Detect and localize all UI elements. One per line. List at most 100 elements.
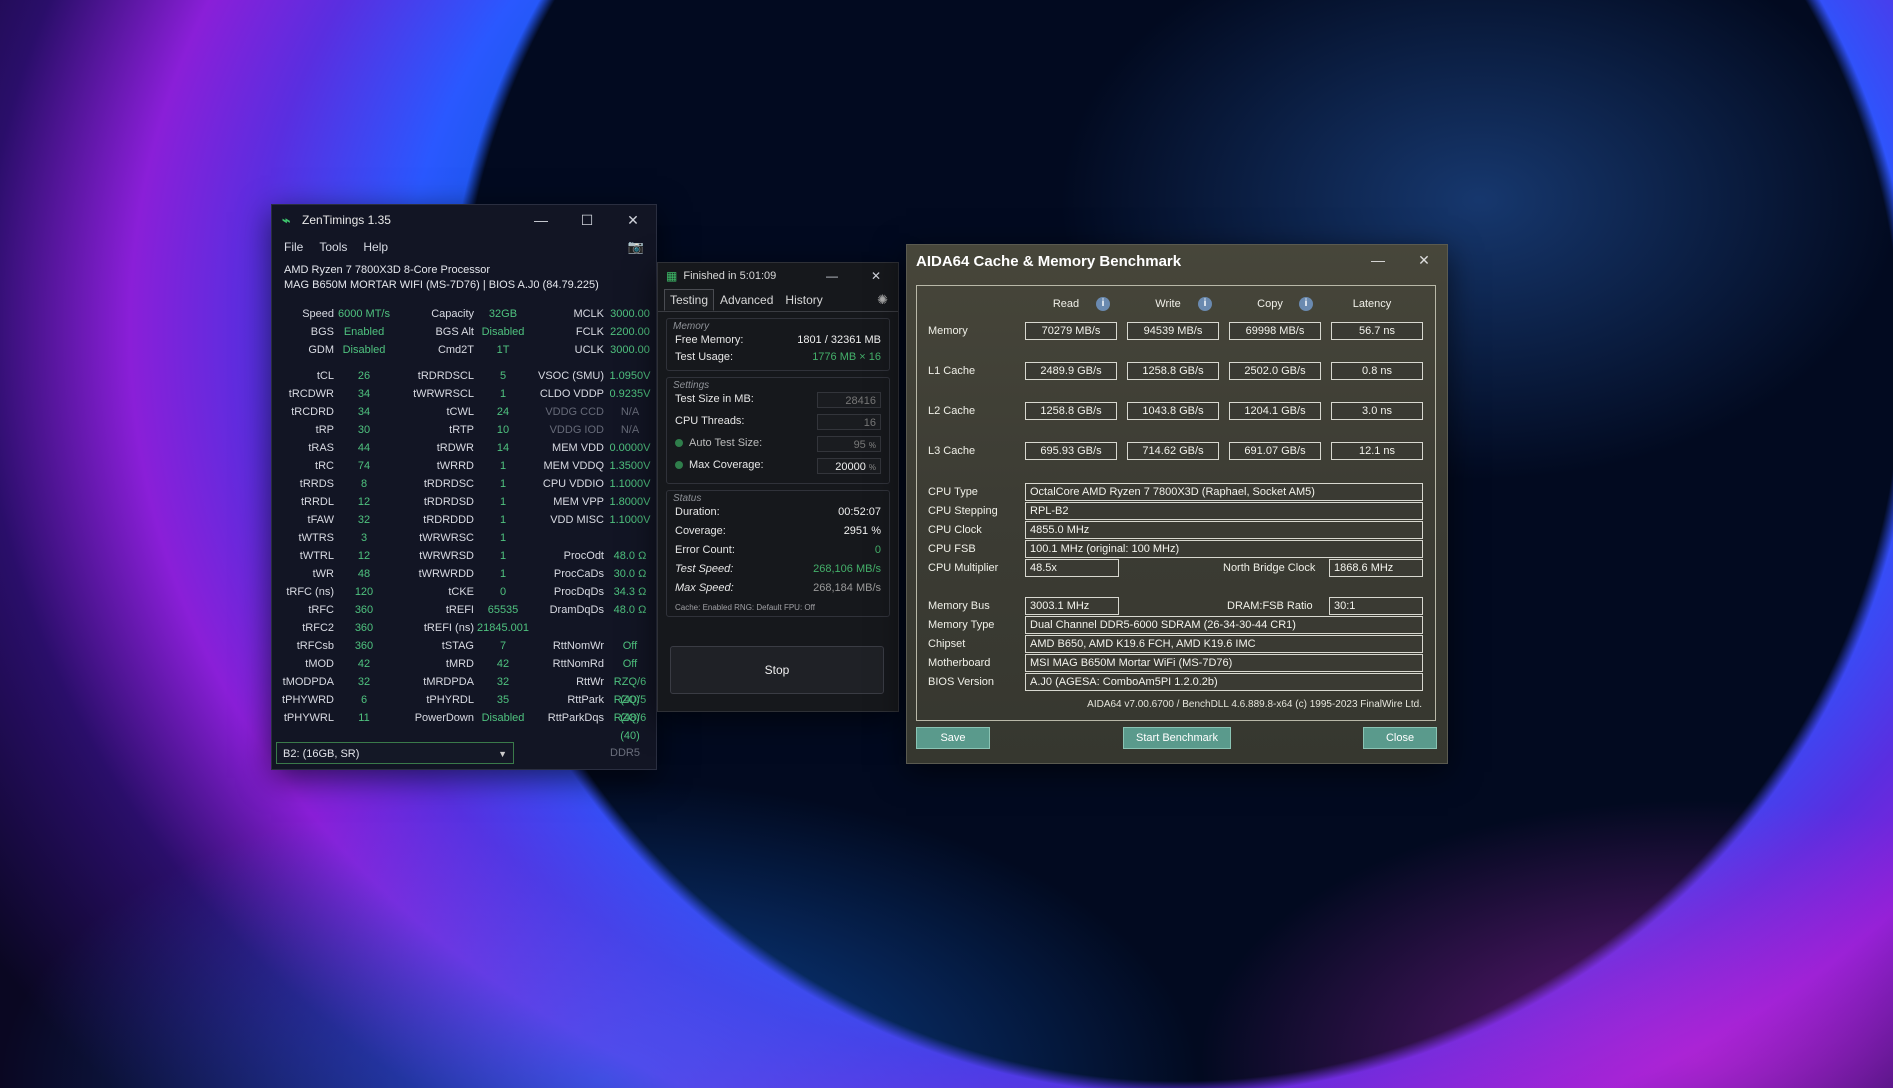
timing-label: CPU VDDIO [542,478,604,490]
max-coverage-input[interactable]: 20000 % [817,458,881,474]
timing-label: MEM VPP [553,496,604,508]
menu-help[interactable]: Help [363,240,388,254]
auto-test-radio[interactable] [675,439,683,448]
bios-version-field: A.J0 (AGESA: ComboAm5PI 1.2.0.2b) [1025,673,1423,691]
maximize-icon[interactable]: ☐ [564,205,610,235]
testmem-window: ▦ Finished in 5:01:09 — ✕ Testing Advanc… [657,262,899,712]
cpu-fsb-field: 100.1 MHz (original: 100 MHz) [1025,540,1423,558]
timing-label: DramDqDs [549,604,604,616]
nb-clock-label: North Bridge Clock [1223,562,1316,574]
camera-icon[interactable]: 📷 [628,239,644,255]
stop-button[interactable]: Stop [670,646,884,694]
tab-history[interactable]: History [779,289,828,311]
timing-value: RZQ/6 (40) [613,712,647,742]
minimize-icon[interactable]: — [518,205,564,235]
timing-row: GDM Disabled Cmd2T 1T UCLK 3000.00 [272,341,656,359]
timing-label: CLDO VDDP [539,388,604,400]
close-button[interactable]: Close [1363,727,1437,749]
benchmark-value: 94539 MB/s [1127,322,1219,340]
start-benchmark-button[interactable]: Start Benchmark [1123,727,1231,749]
timing-label: tWTRS [298,532,334,544]
error-count-value: 0 [874,544,881,556]
version-footer: AIDA64 v7.00.6700 / BenchDLL 4.6.889.8-x… [1087,699,1422,710]
timing-label: tRDRDSCL [417,370,474,382]
cpu-type-field: OctalCore AMD Ryzen 7 7800X3D (Raphael, … [1025,483,1423,501]
timing-label: VDD MISC [550,514,604,526]
status-group: Status Duration: 00:52:07 Coverage: 2951 %… [666,490,890,617]
auto-test-input[interactable]: 95 % [817,436,881,452]
zentimings-titlebar[interactable]: ⌁ ZenTimings 1.35 — ☐ ✕ [272,205,656,235]
timing-value: 120 [354,586,374,598]
memory-bus-field: 3003.1 MHz [1025,597,1119,615]
tab-testing[interactable]: Testing [664,289,715,311]
timing-row: tRFCsb 360 tSTAG 7 RttNomWr Off [272,637,656,655]
cpu-threads-label: CPU Threads: [675,415,745,427]
info-icon[interactable]: i [1198,297,1212,311]
timing-label: tPHYRDL [426,694,474,706]
benchmark-value: 56.7 ns [1331,322,1423,340]
timing-value: Disabled [481,326,525,338]
timing-value: 1T [496,344,510,356]
timing-label: VDDG IOD [549,424,604,436]
benchmark-value: 1258.8 GB/s [1127,362,1219,380]
memory-type-field: Dual Channel DDR5-6000 SDRAM (26-34-30-4… [1025,616,1423,634]
timing-value: 34.3 Ω [613,586,647,598]
timing-label: MEM VDDQ [543,460,605,472]
cpu-multiplier-label: CPU Multiplier [928,562,999,574]
timing-label: tMOD [305,658,334,670]
timing-value: 1.1000V [609,478,651,490]
dimm-select[interactable]: B2: (16GB, SR) ▼ [276,742,514,764]
close-icon[interactable]: ✕ [1401,245,1447,275]
minimize-icon[interactable]: — [1355,245,1401,275]
timing-label: tMODPDA [282,676,334,688]
timing-value: 3 [360,532,368,544]
benchmark-value: 1043.8 GB/s [1127,402,1219,420]
cpu-threads-input[interactable]: 16 [817,414,881,430]
save-button[interactable]: Save [916,727,990,749]
timing-value: 30.0 Ω [613,568,647,580]
duration-label: Duration: [675,506,720,518]
board-name: MAG B650M MORTAR WIFI (MS-7D76) | BIOS A… [284,279,599,291]
max-coverage-radio[interactable] [675,461,683,470]
tab-advanced[interactable]: Advanced [714,289,779,311]
close-icon[interactable]: ✕ [854,263,898,289]
timing-label: RttNomRd [552,658,604,670]
timing-label: Capacity [431,308,474,320]
minimize-icon[interactable]: — [810,263,854,289]
timing-value: 1 [499,514,507,526]
benchmark-value: 3.0 ns [1331,402,1423,420]
benchmark-value: 12.1 ns [1331,442,1423,460]
timing-row: tRRDS 8 tRDRDSC 1 CPU VDDIO 1.1000V [272,475,656,493]
bios-version-label: BIOS Version [928,676,995,688]
timing-value: Off [622,658,638,670]
timing-value: 35 [496,694,510,706]
zentimings-logo-icon: ⌁ [282,212,291,228]
close-icon[interactable]: ✕ [610,205,656,235]
menu-tools[interactable]: Tools [319,240,347,254]
timing-label: tWRWRSCL [413,388,474,400]
timing-value: 1 [499,550,507,562]
info-icon[interactable]: i [1299,297,1313,311]
header-copy: Copy [1257,298,1283,310]
memory-type-label: Memory Type [928,619,995,631]
timing-label: ProcOdt [563,550,604,562]
timing-label: tRC [315,460,334,472]
test-speed-value: 268,106 MB/s [813,563,881,575]
benchmark-panel: Read i Write i Copy i Latency Memory 7027… [916,285,1436,721]
timing-value: 32 [357,514,371,526]
timing-label: Speed [302,308,334,320]
benchmark-value: 2502.0 GB/s [1229,362,1321,380]
menu-bar: File Tools Help 📷 [272,235,656,259]
gear-icon[interactable]: ✺ [877,292,888,308]
info-icon[interactable]: i [1096,297,1110,311]
tab-bar: Testing Advanced History ✺ [658,289,898,312]
timing-row: tRFC2 360 tREFI (ns) 21845.001 [272,619,656,637]
test-size-input[interactable]: 28416 [817,392,881,408]
timing-row: tWR 48 tWRWRDD 1 ProcCaDs 30.0 Ω [272,565,656,583]
timing-value: 12 [357,550,371,562]
testmem-titlebar[interactable]: ▦ Finished in 5:01:09 — ✕ [658,263,898,289]
status-footer: Cache: Enabled RNG: Default FPU: Off [675,603,815,612]
menu-file[interactable]: File [284,240,303,254]
aida64-titlebar[interactable]: AIDA64 Cache & Memory Benchmark — ✕ [907,245,1447,277]
timing-value: 5 [499,370,507,382]
